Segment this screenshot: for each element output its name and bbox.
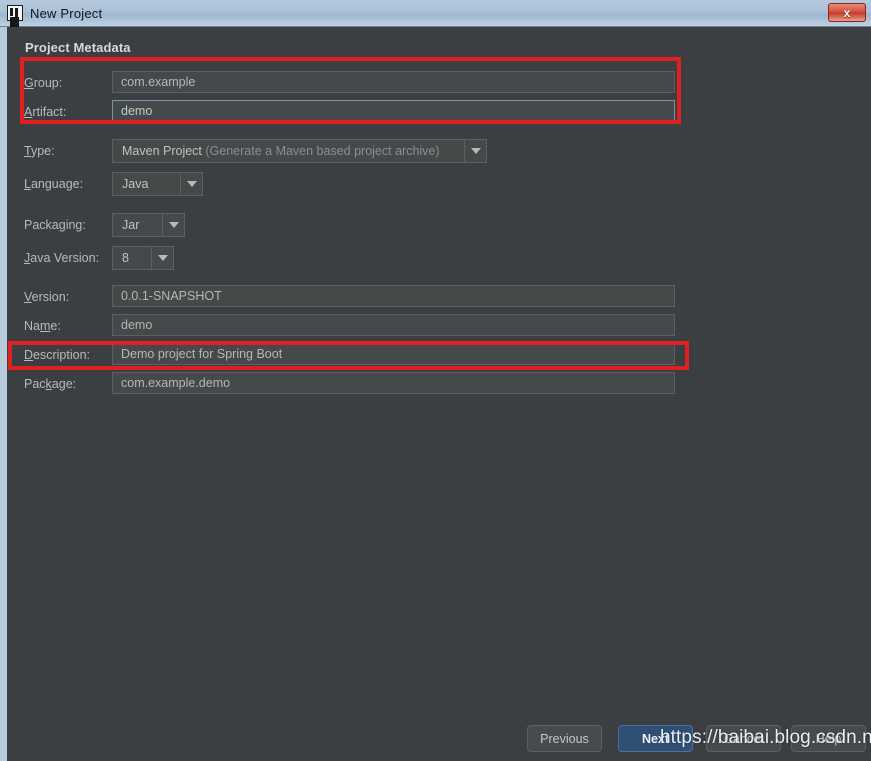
previous-button[interactable]: Previous — [527, 725, 602, 752]
new-project-dialog: Project Metadata Group: com.example Arti… — [7, 27, 871, 761]
chevron-down-icon[interactable] — [180, 173, 202, 195]
label-language: Language: — [24, 177, 84, 191]
intellij-idea-icon — [7, 5, 23, 21]
close-icon[interactable]: x — [828, 3, 866, 22]
window-titlebar: New Project x — [0, 0, 871, 27]
java-version-combobox[interactable]: 8 — [112, 246, 174, 270]
artifact-input[interactable]: demo — [112, 100, 675, 122]
chevron-down-icon[interactable] — [464, 140, 486, 162]
name-input[interactable]: demo — [112, 314, 675, 336]
label-name: Name: — [24, 319, 61, 333]
previous-button-label: Previous — [540, 731, 589, 746]
watermark-text: https://baibai.blog.csdn.net — [660, 727, 871, 748]
window-title: New Project — [30, 5, 103, 21]
type-value: Maven Project (Generate a Maven based pr… — [122, 144, 440, 158]
description-input[interactable]: Demo project for Spring Boot — [112, 343, 675, 365]
label-group: Group: — [24, 76, 63, 90]
package-input[interactable]: com.example.demo — [112, 372, 675, 394]
language-combobox[interactable]: Java — [112, 172, 203, 196]
label-package: Package: — [24, 377, 77, 391]
label-java-version: Java Version: — [24, 251, 100, 265]
chevron-down-icon[interactable] — [151, 247, 173, 269]
java-version-value: 8 — [122, 251, 129, 265]
label-packaging: Packaging: — [24, 218, 86, 232]
group-input[interactable]: com.example — [112, 71, 675, 93]
label-version: Version: — [24, 290, 70, 304]
label-description: Description: — [24, 348, 91, 362]
label-type: Type: — [24, 144, 55, 158]
packaging-value: Jar — [122, 218, 140, 232]
language-value: Java — [122, 177, 149, 191]
version-input[interactable]: 0.0.1-SNAPSHOT — [112, 285, 675, 307]
left-accent-strip — [0, 27, 7, 761]
page-title: Project Metadata — [25, 40, 131, 55]
packaging-combobox[interactable]: Jar — [112, 213, 185, 237]
type-combobox[interactable]: Maven Project (Generate a Maven based pr… — [112, 139, 487, 163]
chevron-down-icon[interactable] — [162, 214, 184, 236]
label-artifact: Artifact: — [24, 105, 67, 119]
